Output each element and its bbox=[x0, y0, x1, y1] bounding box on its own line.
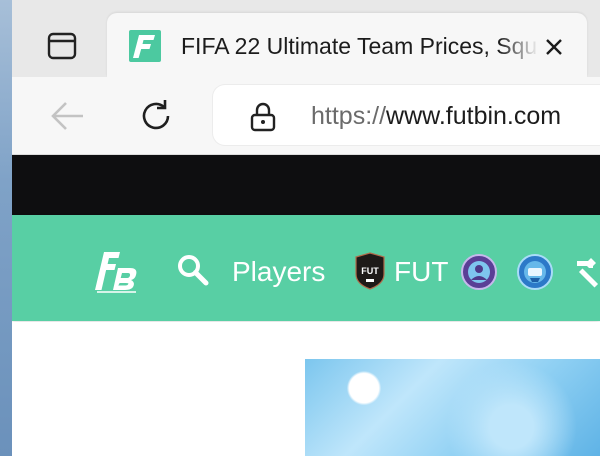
url-text[interactable]: https://www.futbin.com bbox=[311, 99, 561, 133]
fut-badge-icon[interactable]: FUT bbox=[354, 252, 386, 290]
desktop-background bbox=[0, 0, 12, 456]
site-navbar: Players FUT FUT bbox=[12, 215, 600, 321]
draft-icon[interactable] bbox=[516, 253, 554, 291]
url-host: www.futbin.com bbox=[386, 102, 562, 130]
tab-actions-button[interactable] bbox=[32, 24, 92, 68]
sbc-icon[interactable] bbox=[460, 253, 498, 291]
url-scheme: https:// bbox=[311, 102, 387, 130]
close-tab-button[interactable] bbox=[539, 33, 569, 61]
tab-actions-icon bbox=[47, 32, 77, 60]
reload-icon bbox=[142, 100, 170, 130]
promo-banner-image[interactable] bbox=[305, 359, 600, 456]
futbin-favicon bbox=[129, 30, 161, 62]
browser-toolbar: https://www.futbin.com bbox=[12, 77, 600, 155]
browser-window: FIFA 22 Ultimate Team Prices, Squ https:… bbox=[12, 0, 600, 456]
page-content bbox=[12, 322, 600, 456]
hammer-icon[interactable] bbox=[574, 255, 600, 289]
site-top-bar bbox=[12, 155, 600, 215]
active-tab[interactable]: FIFA 22 Ultimate Team Prices, Squ bbox=[107, 13, 587, 77]
tab-strip: FIFA 22 Ultimate Team Prices, Squ bbox=[12, 0, 600, 77]
back-arrow-icon bbox=[51, 102, 83, 130]
nav-players-link[interactable]: Players bbox=[232, 253, 325, 291]
lock-icon[interactable] bbox=[249, 102, 277, 132]
back-button[interactable] bbox=[46, 94, 90, 138]
tab-title-fade bbox=[499, 27, 539, 65]
close-icon bbox=[546, 39, 562, 55]
reload-button[interactable] bbox=[134, 94, 178, 138]
address-bar[interactable]: https://www.futbin.com bbox=[213, 85, 600, 145]
futbin-logo[interactable] bbox=[92, 248, 140, 294]
search-icon[interactable] bbox=[177, 254, 209, 286]
tab-title: FIFA 22 Ultimate Team Prices, Squ bbox=[181, 33, 537, 59]
fut-badge-text: FUT bbox=[361, 266, 379, 276]
nav-fut-link[interactable]: FUT bbox=[394, 253, 448, 291]
